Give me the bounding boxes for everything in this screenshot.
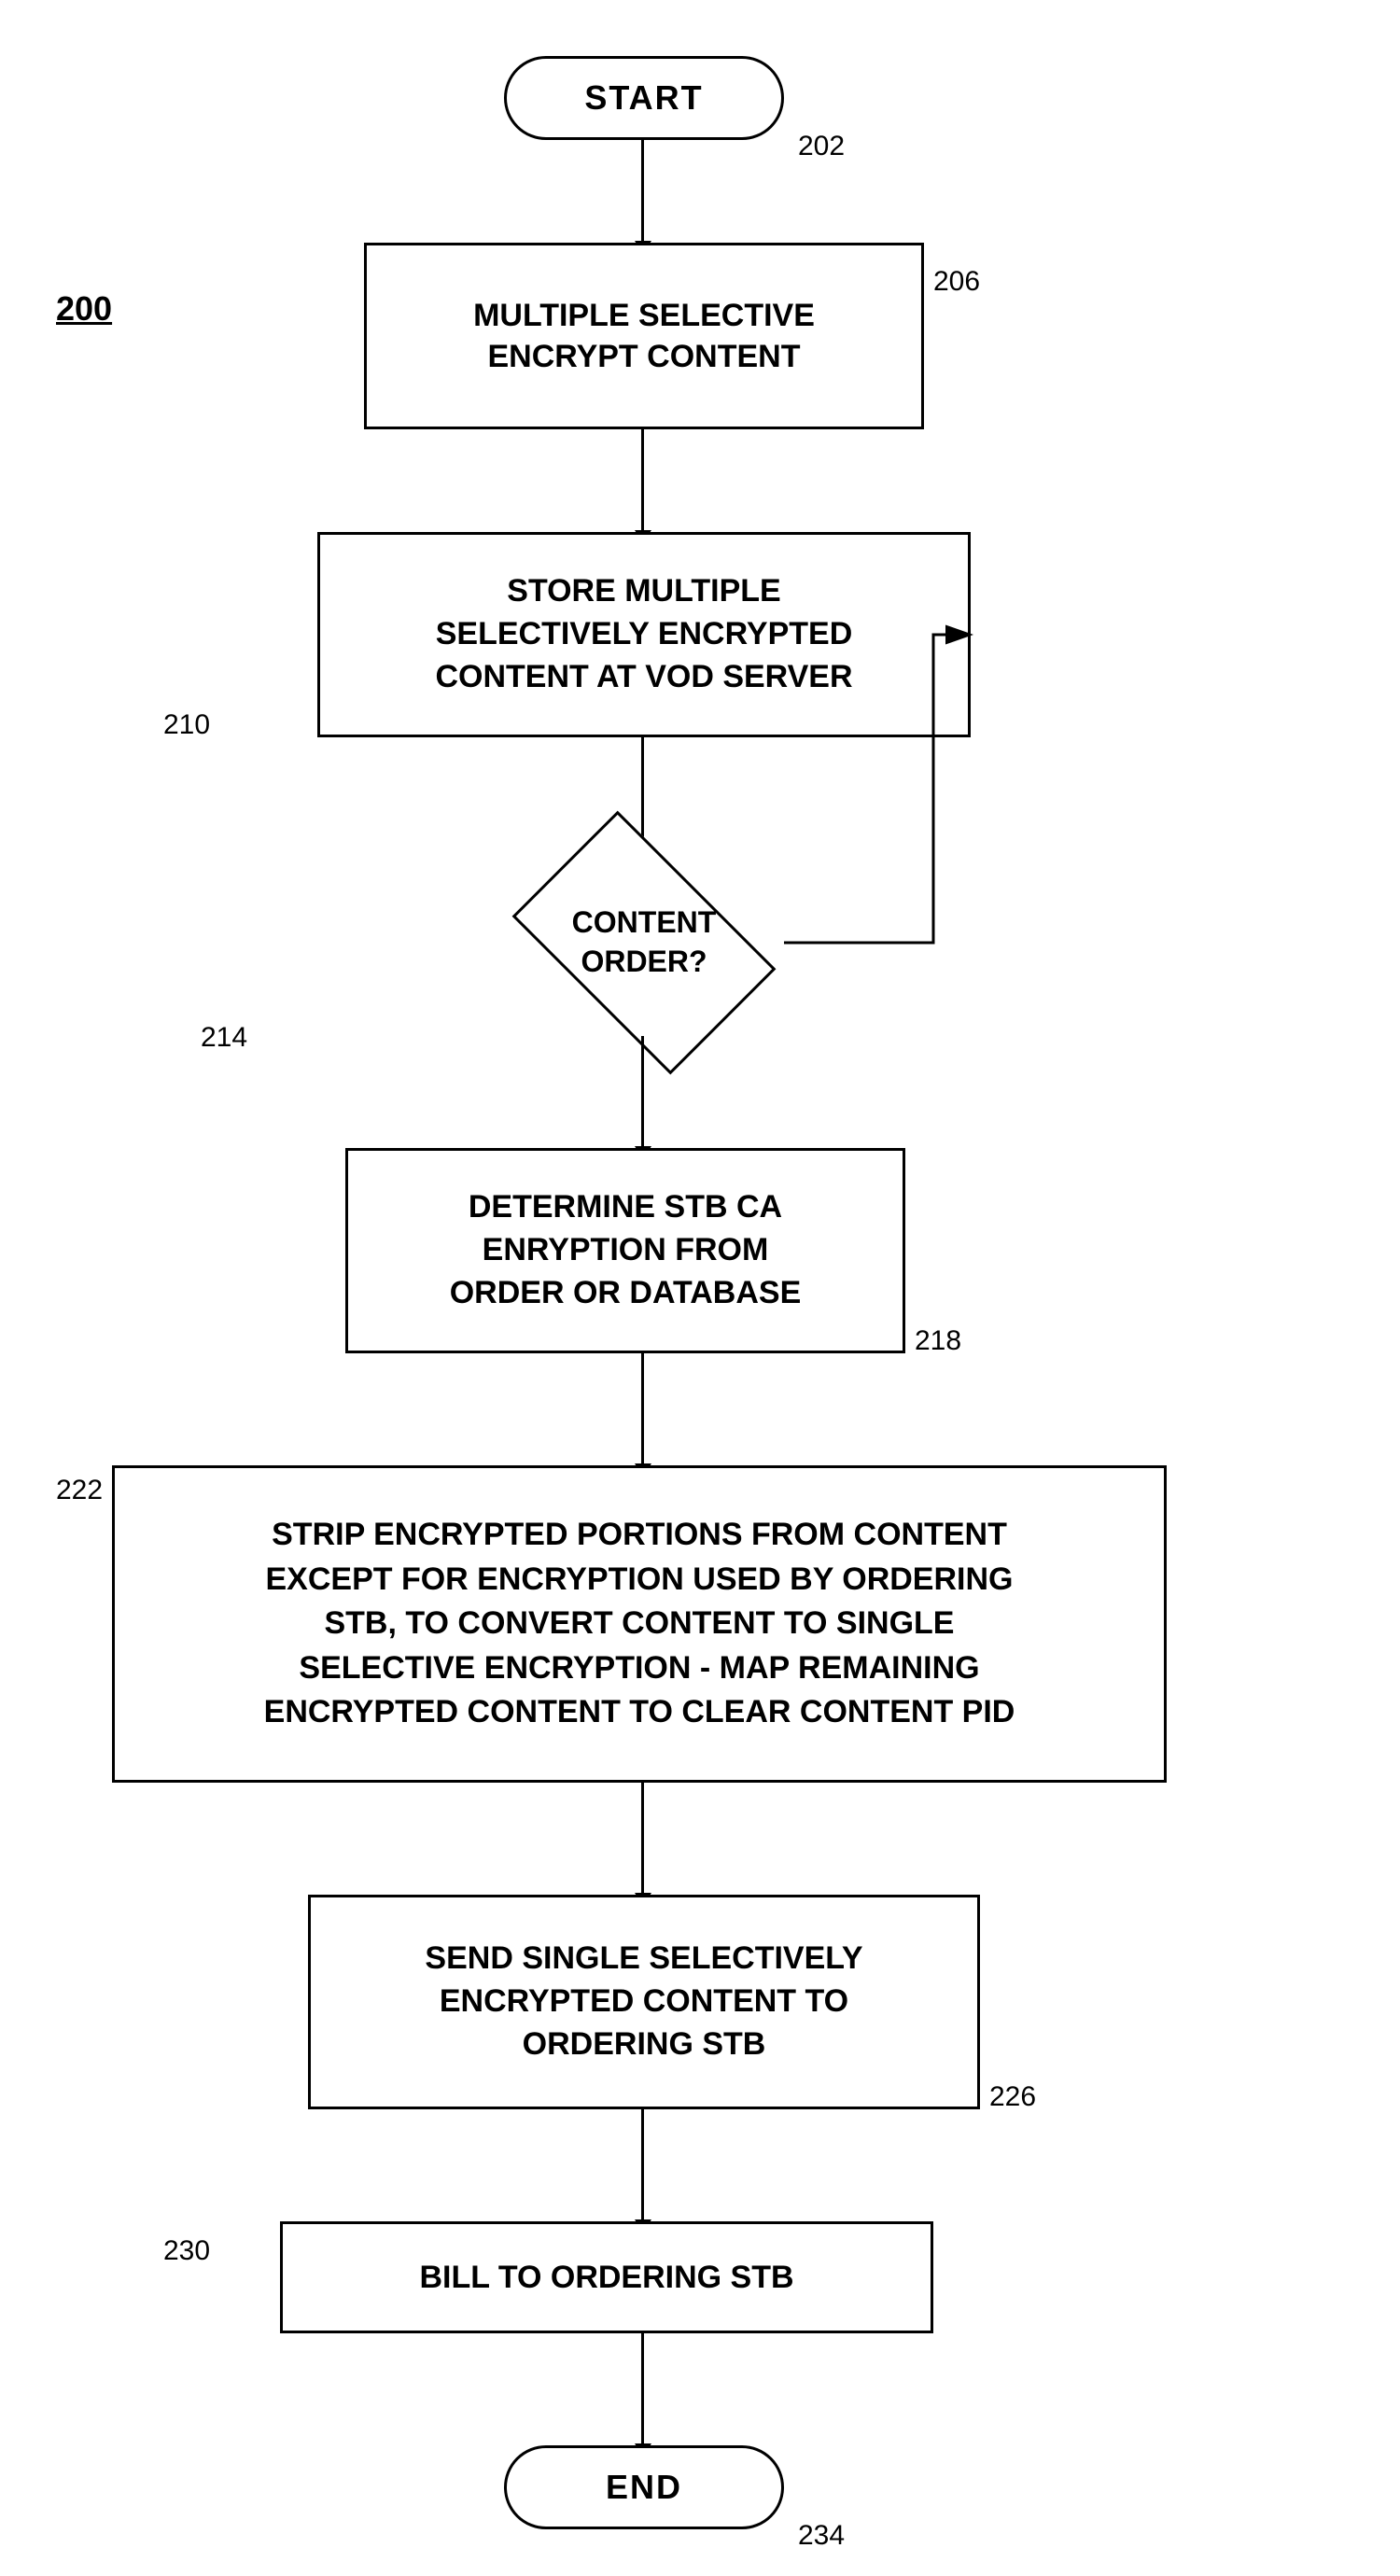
arrow-222-to-226 xyxy=(641,1783,644,1895)
label-214: 214 xyxy=(201,1022,247,1054)
box-226: SEND SINGLE SELECTIVELYENCRYPTED CONTENT… xyxy=(308,1895,980,2109)
box-206: MULTIPLE SELECTIVEENCRYPT CONTENT xyxy=(364,243,924,429)
start-node: START xyxy=(504,56,784,140)
diagram-label: 200 xyxy=(56,289,112,329)
arrow-start-to-206 xyxy=(641,140,644,243)
label-234: 234 xyxy=(798,2520,845,2552)
arrow-206-to-210 xyxy=(641,429,644,532)
label-202: 202 xyxy=(798,131,845,162)
label-218: 218 xyxy=(915,1325,961,1357)
box-230: BILL TO ORDERING STB xyxy=(280,2221,933,2333)
arrow-230-to-end xyxy=(641,2333,644,2445)
flowchart-diagram: 200 START 202 MULTIPLE SELECTIVEENCRYPT … xyxy=(0,0,1400,2576)
arrow-214-to-218 xyxy=(641,1036,644,1148)
box-222: STRIP ENCRYPTED PORTIONS FROM CONTENTEXC… xyxy=(112,1465,1167,1783)
end-node: END xyxy=(504,2445,784,2529)
arrow-226-to-230 xyxy=(641,2109,644,2221)
arrow-218-to-222 xyxy=(641,1353,644,1465)
arrow-210-to-214 xyxy=(641,737,644,849)
diamond-text: CONTENTORDER? xyxy=(572,903,717,981)
label-222: 222 xyxy=(56,1475,103,1506)
label-230: 230 xyxy=(163,2235,210,2267)
box-210: STORE MULTIPLESELECTIVELY ENCRYPTEDCONTE… xyxy=(317,532,971,737)
box-218: DETERMINE STB CAENRYPTION FROMORDER OR D… xyxy=(345,1148,905,1353)
label-226: 226 xyxy=(989,2081,1036,2113)
label-206: 206 xyxy=(933,266,980,298)
diamond-214: CONTENTORDER? xyxy=(504,849,784,1036)
label-210: 210 xyxy=(163,709,210,741)
